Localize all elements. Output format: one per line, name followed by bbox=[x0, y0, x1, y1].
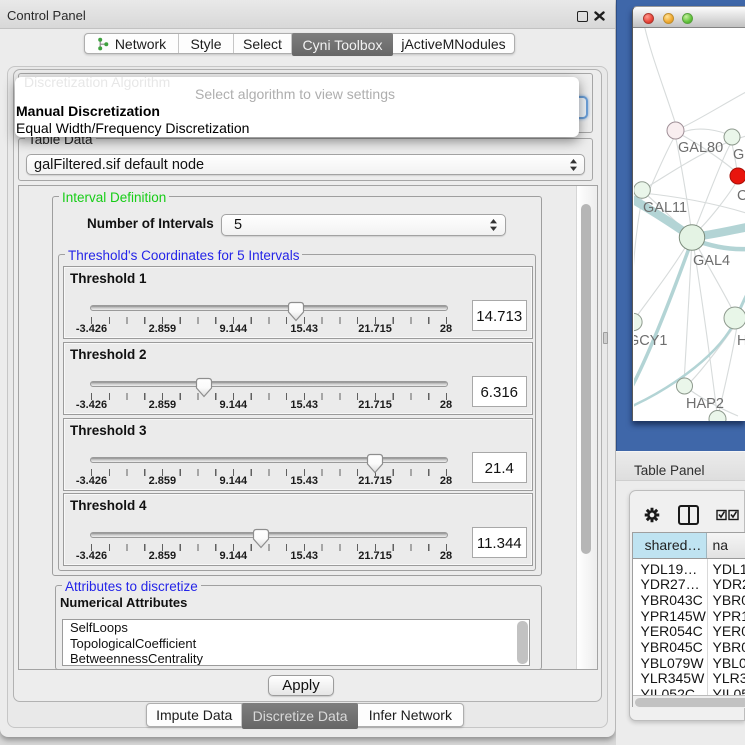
svg-text:GAL80: GAL80 bbox=[678, 140, 723, 156]
svg-text:GAL11: GAL11 bbox=[643, 200, 687, 216]
svg-text:G.: G. bbox=[733, 147, 745, 163]
svg-text:GCY1: GCY1 bbox=[634, 333, 668, 349]
svg-text:C: C bbox=[737, 188, 745, 204]
svg-text:HAP2: HAP2 bbox=[686, 396, 724, 412]
svg-text:H: H bbox=[737, 333, 745, 349]
svg-text:GAL4: GAL4 bbox=[693, 253, 730, 269]
